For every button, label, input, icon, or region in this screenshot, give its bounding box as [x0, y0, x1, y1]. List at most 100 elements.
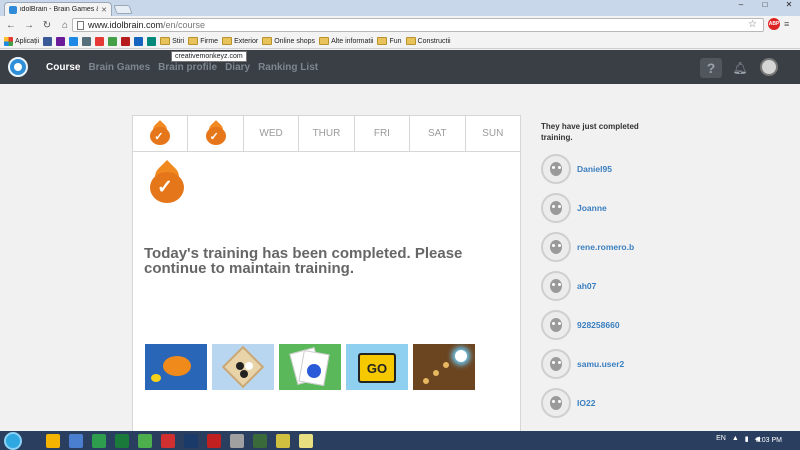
week-day: FRI — [355, 116, 411, 151]
forward-icon[interactable]: → — [22, 20, 36, 31]
app-icon[interactable] — [69, 433, 83, 448]
tray-arrow-icon[interactable]: ▲ — [732, 435, 739, 443]
windows-taskbar: EN ▲ ▮ ◀ 8:03 PM — [0, 431, 800, 450]
nav-ranking-list[interactable]: Ranking List — [258, 62, 318, 73]
bookmark-site-icon[interactable] — [121, 36, 131, 46]
user-avatar[interactable] — [541, 193, 571, 223]
app-icon[interactable] — [184, 433, 198, 448]
week-day: SUN — [482, 128, 504, 139]
tab-title: idolBrain - Brain Games & — [20, 6, 99, 13]
back-icon[interactable]: ← — [4, 20, 18, 31]
adblock-icon[interactable]: ABP — [768, 18, 780, 30]
close-tab-icon[interactable]: ✕ — [101, 6, 107, 14]
bookmark-folder[interactable]: Online shops — [262, 37, 315, 45]
nav-course[interactable]: Course — [46, 62, 80, 73]
go-board-game-thumbnail[interactable] — [212, 344, 274, 390]
bookmark-site-icon[interactable] — [56, 36, 66, 46]
minimize-icon[interactable]: – — [734, 0, 748, 9]
recent-user-item[interactable]: ah07 — [541, 271, 596, 301]
maximize-icon[interactable]: □ — [758, 0, 772, 9]
browser-toolbar: ← → ↻ ⌂ www.idolbrain.com/en/course ☆ — [0, 16, 800, 34]
user-avatar[interactable] — [541, 349, 571, 379]
user-avatar[interactable] — [541, 232, 571, 262]
week-day: ✓ — [133, 116, 189, 151]
language-indicator[interactable]: EN — [716, 435, 726, 443]
bookmark-site-icon[interactable] — [82, 36, 92, 46]
start-button-icon[interactable] — [4, 431, 22, 450]
completed-flame-badge-icon: ✓ — [150, 160, 184, 203]
bookmark-site-icon[interactable] — [108, 36, 118, 46]
username-link[interactable]: rene.romero.b — [577, 242, 634, 252]
bookmark-folder[interactable]: Firme — [188, 37, 218, 45]
help-icon[interactable]: ? — [700, 58, 722, 78]
bookmark-folder[interactable]: Fun — [377, 37, 402, 45]
nav-brain-profile[interactable]: Brain profile — [158, 62, 217, 73]
week-day: ✓ — [188, 116, 244, 151]
username-link[interactable]: ah07 — [577, 281, 596, 291]
bookmark-folder[interactable]: Stiri — [160, 37, 184, 45]
user-avatar[interactable] — [541, 310, 571, 340]
pdf-icon[interactable] — [207, 433, 221, 448]
recent-user-item[interactable]: Daniel95 — [541, 154, 612, 184]
idolbrain-logo-icon[interactable] — [8, 57, 28, 77]
bookmark-site-icon[interactable] — [95, 36, 105, 46]
notification-bell-icon[interactable]: 🔔︎ — [729, 58, 751, 78]
fish-game-thumbnail[interactable] — [145, 344, 207, 390]
bookmark-site-icon[interactable] — [147, 36, 157, 46]
recent-user-item[interactable]: samu.user2 — [541, 349, 624, 379]
home-icon[interactable]: ⌂ — [58, 20, 72, 31]
recent-user-item[interactable]: IO22 — [541, 388, 595, 418]
username-link[interactable]: IO22 — [577, 398, 595, 408]
nav-brain-games[interactable]: Brain Games — [88, 62, 150, 73]
bookmark-site-icon[interactable] — [69, 36, 79, 46]
user-avatar[interactable] — [541, 388, 571, 418]
username-link[interactable]: Joanne — [577, 203, 607, 213]
user-avatar[interactable] — [541, 154, 571, 184]
bookmark-site-icon[interactable] — [43, 36, 53, 46]
bookmark-site-icon[interactable] — [134, 36, 144, 46]
light-balls-game-thumbnail[interactable] — [413, 344, 475, 390]
user-avatar[interactable] — [541, 271, 571, 301]
training-card: ✓ ✓ WED THUR FRI SAT SUN ✓ Today's training ha… — [132, 115, 521, 435]
app-icon[interactable] — [138, 433, 152, 448]
bookmark-folder[interactable]: Constructii — [405, 37, 451, 45]
nav-diary[interactable]: Diary — [225, 62, 250, 73]
network-icon[interactable]: ▮ — [745, 435, 749, 443]
folder-icon[interactable] — [299, 433, 313, 448]
app-icon[interactable] — [115, 433, 129, 448]
completed-flame-icon: ✓ — [150, 119, 171, 145]
user-avatar[interactable] — [760, 58, 778, 76]
week-day: THUR — [299, 116, 355, 151]
browser-tab[interactable]: idolBrain - Brain Games & ✕ — [4, 2, 112, 16]
apps-bookmark[interactable]: Aplicații — [4, 36, 39, 46]
recent-user-item[interactable]: Joanne — [541, 193, 607, 223]
username-link[interactable]: samu.user2 — [577, 359, 624, 369]
new-tab-button[interactable] — [113, 5, 133, 14]
address-bar[interactable]: www.idolbrain.com/en/course ☆ — [72, 18, 764, 32]
cards-game-thumbnail[interactable] — [279, 344, 341, 390]
username-link[interactable]: Daniel95 — [577, 164, 612, 174]
bookmark-folder[interactable]: Alte informatii — [319, 37, 373, 45]
recent-user-item[interactable]: rene.romero.b — [541, 232, 634, 262]
reload-icon[interactable]: ↻ — [40, 20, 54, 31]
bookmark-folder[interactable]: Exterior — [222, 37, 258, 45]
tooltip: creativemonkeyz.com — [171, 51, 247, 62]
chrome-icon[interactable] — [46, 433, 60, 448]
recent-user-item[interactable]: 928258660 — [541, 310, 620, 340]
app-icon[interactable] — [92, 433, 106, 448]
clock[interactable]: 8:03 PM — [756, 437, 782, 444]
browser-tab-strip: idolBrain - Brain Games & ✕ – □ ✕ — [0, 0, 800, 16]
app-icon[interactable] — [253, 433, 267, 448]
close-window-icon[interactable]: ✕ — [782, 0, 796, 9]
app-icon[interactable] — [230, 433, 244, 448]
bookmark-star-icon[interactable]: ☆ — [748, 19, 757, 30]
week-progress: ✓ ✓ WED THUR FRI SAT SUN — [133, 116, 520, 152]
chrome-menu-icon[interactable]: ≡ — [784, 20, 793, 29]
app-icon[interactable] — [276, 433, 290, 448]
go-sign-game-thumbnail[interactable]: GO — [346, 344, 408, 390]
apps-grid-icon — [4, 36, 13, 46]
username-link[interactable]: 928258660 — [577, 320, 620, 330]
week-day: SAT — [410, 116, 466, 151]
app-icon[interactable] — [161, 433, 175, 448]
week-day: WED — [244, 116, 300, 151]
